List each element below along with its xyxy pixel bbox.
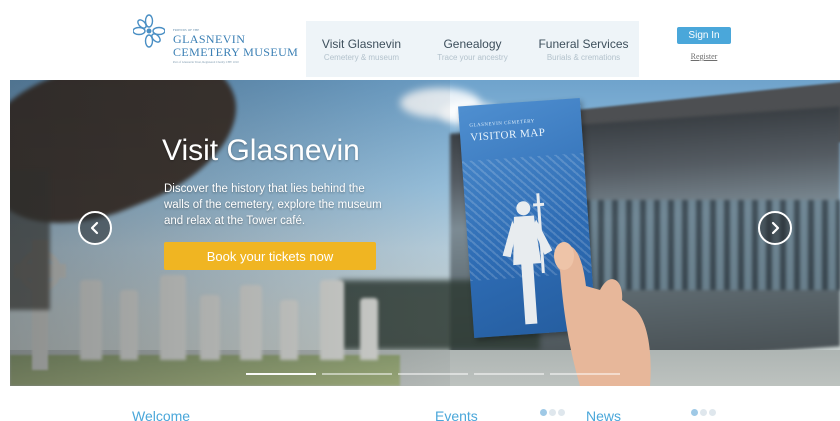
nav-item-funeral-services[interactable]: Funeral Services Burials & cremations	[528, 21, 639, 77]
pager-dot[interactable]	[558, 409, 565, 416]
pager-dot[interactable]	[540, 409, 547, 416]
pager-dot[interactable]	[709, 409, 716, 416]
main-nav: Visit Glasnevin Cemetery & museum Geneal…	[306, 21, 639, 77]
logo-tagline: Part of Glasnevin Trust, Registered Char…	[173, 60, 239, 64]
slide-indicator[interactable]	[398, 373, 468, 375]
hero-description: Discover the history that lies behind th…	[164, 183, 382, 227]
chevron-right-icon	[771, 221, 780, 235]
nav-item-subtitle: Trace your ancestry	[437, 52, 508, 62]
events-pager	[540, 409, 565, 416]
site-logo[interactable]: FRIENDS OF THE GLASNEVIN CEMETERY MUSEUM…	[133, 14, 303, 70]
next-slide-button[interactable]	[758, 211, 792, 245]
flower-logo-icon	[133, 14, 165, 48]
slide-indicator[interactable]	[322, 373, 392, 375]
chevron-left-icon	[90, 221, 99, 235]
pager-dot[interactable]	[691, 409, 698, 416]
slide-indicator[interactable]	[550, 373, 620, 375]
news-heading: News	[586, 408, 622, 421]
pager-dot[interactable]	[700, 409, 707, 416]
logo-line-2: CEMETERY MUSEUM	[173, 45, 299, 59]
site-header: FRIENDS OF THE GLASNEVIN CEMETERY MUSEUM…	[0, 0, 840, 80]
hero-overlay	[10, 80, 450, 386]
hero-slider: Visit Glasnevin Discover the history tha…	[10, 80, 840, 386]
nav-item-title: Funeral Services	[538, 36, 629, 51]
pager-dot[interactable]	[549, 409, 556, 416]
prev-slide-button[interactable]	[78, 211, 112, 245]
slide-indicators	[246, 373, 620, 375]
hand-image	[554, 242, 651, 386]
bottom-sections: Welcome Events News	[0, 386, 840, 421]
book-tickets-button[interactable]: Book your tickets now	[164, 242, 376, 270]
nav-item-visit-glasnevin[interactable]: Visit Glasnevin Cemetery & museum	[306, 21, 417, 77]
slide-indicator[interactable]	[246, 373, 316, 375]
welcome-heading: Welcome	[132, 408, 191, 421]
events-heading: Events	[435, 408, 478, 421]
slide-indicator[interactable]	[474, 373, 544, 375]
sign-in-button[interactable]: Sign In	[677, 27, 731, 44]
nav-item-title: Visit Glasnevin	[321, 36, 402, 51]
hero-title: Visit Glasnevin	[162, 134, 360, 167]
register-link[interactable]: Register	[682, 52, 726, 61]
map-label-large: VISITOR MAP	[469, 126, 546, 144]
nav-item-genealogy[interactable]: Genealogy Trace your ancestry	[417, 21, 528, 77]
news-pager	[691, 409, 716, 416]
nav-item-subtitle: Cemetery & museum	[323, 52, 400, 62]
nav-item-title: Genealogy	[443, 36, 502, 51]
nav-item-subtitle: Burials & cremations	[546, 52, 621, 62]
